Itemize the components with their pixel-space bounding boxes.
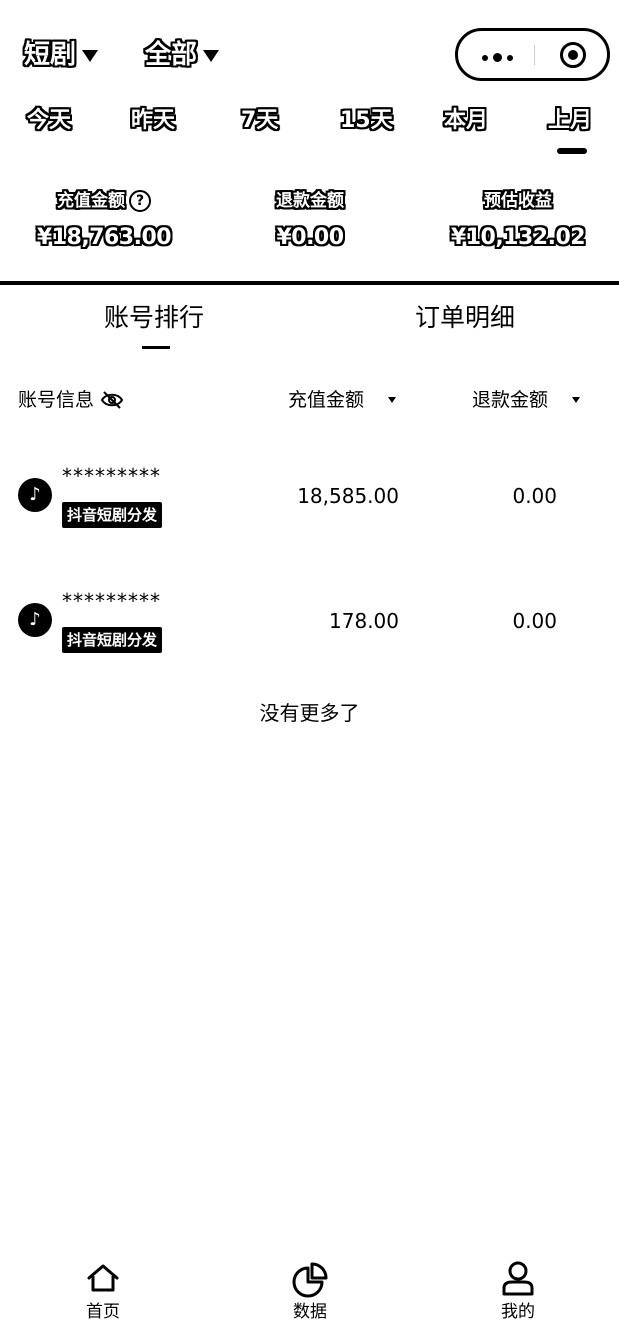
row-recharge: 178.00 xyxy=(329,609,399,633)
miniprogram-capsule xyxy=(455,28,610,81)
tab-7days[interactable]: 7天 xyxy=(241,104,278,138)
tab-yesterday[interactable]: 昨天 xyxy=(131,104,175,138)
tab-order-details[interactable]: 订单明细 xyxy=(415,296,515,340)
home-icon xyxy=(87,1264,119,1292)
platform-tag: 抖音短剧分发 xyxy=(62,627,163,653)
capsule-divider xyxy=(534,45,535,65)
douyin-icon: ♪ xyxy=(18,603,52,637)
scope-label: 全部 xyxy=(145,40,198,70)
stat-label: 预估收益 xyxy=(484,191,552,211)
category-dropdown[interactable]: 短剧 xyxy=(24,38,99,72)
column-recharge-sort[interactable]: 充值金额 xyxy=(288,382,397,418)
table-row[interactable]: ♪ ********* 抖音短剧分发 178.00 0.00 xyxy=(0,585,619,685)
stat-label: 充值金额 xyxy=(57,191,125,211)
close-miniprogram-icon[interactable] xyxy=(560,42,586,68)
platform-tag: 抖音短剧分发 xyxy=(62,502,163,528)
masked-account: ********* xyxy=(62,589,161,613)
nav-data[interactable]: 数据 xyxy=(270,1258,350,1324)
column-refund-label: 退款金额 xyxy=(472,389,549,411)
tab-account-ranking[interactable]: 账号排行 xyxy=(104,296,204,340)
stat-refund: 退款金额 ¥0.00 xyxy=(240,186,380,256)
stat-label: 退款金额 xyxy=(276,191,344,211)
nav-home-label: 首页 xyxy=(86,1302,120,1322)
nav-home[interactable]: 首页 xyxy=(63,1258,143,1324)
stat-value: ¥18,763.00 xyxy=(36,225,172,250)
scope-dropdown[interactable]: 全部 xyxy=(145,38,220,72)
row-recharge: 18,585.00 xyxy=(297,484,399,508)
stat-value: ¥0.00 xyxy=(276,225,344,250)
stat-estimated-income: 预估收益 ¥10,132.02 xyxy=(448,186,588,256)
tab-last-month[interactable]: 上月 xyxy=(548,104,592,138)
row-refund: 0.00 xyxy=(512,609,557,633)
help-icon[interactable]: ? xyxy=(129,190,151,212)
nav-me[interactable]: 我的 xyxy=(478,1258,558,1324)
eye-off-icon[interactable] xyxy=(100,390,124,410)
no-more-text: 没有更多了 xyxy=(259,701,360,725)
row-refund: 0.00 xyxy=(512,484,557,508)
stat-value: ¥10,132.02 xyxy=(450,225,586,250)
tab-today[interactable]: 今天 xyxy=(27,104,71,138)
date-range-tabs: 今天 昨天 7天 15天 本月 上月 xyxy=(0,104,619,160)
active-tab-indicator xyxy=(557,148,587,154)
douyin-icon: ♪ xyxy=(18,478,52,512)
user-icon xyxy=(502,1261,534,1296)
masked-account: ********* xyxy=(62,464,161,488)
sort-down-icon xyxy=(388,397,397,403)
category-label: 短剧 xyxy=(24,40,77,70)
column-account: 账号信息 xyxy=(18,382,124,418)
column-recharge-label: 充值金额 xyxy=(288,389,365,411)
content-tabs: 账号排行 订单明细 xyxy=(0,296,619,356)
content-tab-indicator xyxy=(142,346,170,349)
more-icon[interactable] xyxy=(482,53,513,62)
table-header: 账号信息 充值金额 退款金额 xyxy=(0,382,619,418)
chevron-down-icon xyxy=(82,50,99,62)
nav-me-label: 我的 xyxy=(501,1302,535,1322)
stat-recharge: 充值金额 ? ¥18,763.00 xyxy=(34,186,174,256)
table-row[interactable]: ♪ ********* 抖音短剧分发 18,585.00 0.00 xyxy=(0,460,619,560)
tab-15days[interactable]: 15天 xyxy=(340,104,393,138)
pie-chart-icon xyxy=(292,1262,328,1298)
tab-this-month[interactable]: 本月 xyxy=(444,104,488,138)
bottom-nav: 首页 数据 我的 xyxy=(0,1258,619,1336)
column-account-label: 账号信息 xyxy=(18,389,95,411)
summary-stats: 充值金额 ? ¥18,763.00 退款金额 ¥0.00 预估收益 ¥10,13… xyxy=(0,186,619,266)
chevron-down-icon xyxy=(203,50,220,62)
header: 短剧 全部 xyxy=(0,28,619,84)
nav-data-label: 数据 xyxy=(293,1302,327,1322)
sort-down-icon xyxy=(572,397,581,403)
column-refund-sort[interactable]: 退款金额 xyxy=(472,382,581,418)
section-divider xyxy=(0,281,619,285)
